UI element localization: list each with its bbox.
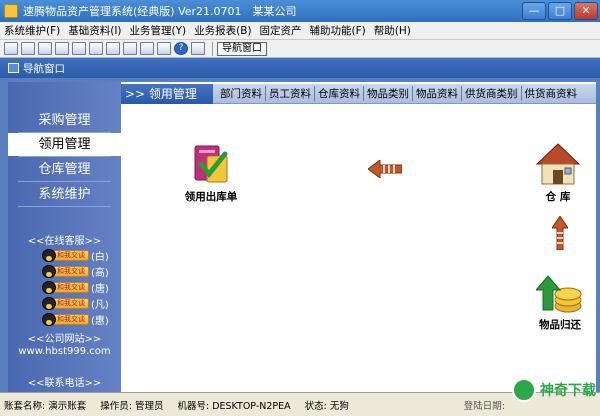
divider: [18, 181, 111, 182]
qq-contact-name: (白): [91, 251, 109, 263]
nav-window-button[interactable]: 导航窗口: [217, 41, 267, 56]
link-departments[interactable]: 部门资料: [217, 86, 266, 101]
toolbar-edit-icon[interactable]: [55, 42, 69, 55]
qq-contact-name: (唐): [91, 283, 109, 295]
status-login-date: 登陆日期:: [463, 400, 505, 412]
sidebar-item-system[interactable]: 系统维护: [8, 183, 121, 206]
link-suppliers[interactable]: 供货商资料: [522, 86, 581, 101]
qq-contact-3[interactable]: 和我交谈 (唐): [42, 280, 122, 295]
menu-basic-data[interactable]: 基础资料(I): [68, 23, 121, 38]
toolbar: ? 导航窗口: [0, 40, 600, 58]
item-return-label: 物品归还: [539, 319, 581, 331]
sidebar-item-warehouse[interactable]: 仓库管理: [8, 158, 121, 181]
watermark: 神奇下载: [512, 378, 596, 402]
title-bar: 速腾物品资产管理系统(经典版) Ver21.0701 某某公司 — □ ✕: [0, 0, 600, 22]
status-account: 账套名称: 演示账套: [4, 400, 87, 412]
watermark-logo-icon: [512, 378, 536, 402]
content-area: [121, 82, 596, 392]
divider: [18, 206, 111, 207]
toolbar-users-icon[interactable]: [106, 42, 120, 55]
website-link[interactable]: www.hbst999.com: [8, 346, 121, 357]
chat-badge: 和我交谈: [53, 297, 89, 309]
link-item-categories[interactable]: 物品类别: [364, 86, 413, 101]
toolbar-grid-icon[interactable]: [89, 42, 103, 55]
toolbar-card-icon[interactable]: [123, 42, 137, 55]
phone-title: <<联系电话>>: [27, 378, 102, 389]
link-employees[interactable]: 员工资料: [266, 86, 315, 101]
nav-panel-label: 导航窗口: [23, 62, 65, 75]
chat-badge: 和我交谈: [53, 313, 89, 325]
chat-badge: 和我交谈: [53, 281, 89, 293]
penguin-icon: [42, 264, 56, 278]
window-icon: [8, 63, 19, 73]
online-service-title: <<在线客服>>: [27, 236, 102, 247]
app-icon: [4, 4, 18, 18]
toolbar-list-icon[interactable]: [21, 42, 35, 55]
toolbar-save-icon[interactable]: [140, 42, 154, 55]
menu-fixed-assets[interactable]: 固定资产: [260, 23, 302, 38]
divider: [18, 156, 111, 157]
current-module-label: >> 领用管理: [121, 83, 213, 104]
website-title: <<公司网站>>: [27, 334, 102, 345]
toolbar-print-icon[interactable]: [157, 42, 171, 55]
toolbar-table-icon[interactable]: [38, 42, 52, 55]
status-operator: 操作员: 管理员: [100, 400, 164, 412]
chat-badge: 和我交谈: [53, 265, 89, 277]
link-warehouses[interactable]: 仓库资料: [315, 86, 364, 101]
house-icon: [535, 143, 581, 185]
status-machine: 机器号: DESKTOP-N2PEA: [177, 400, 291, 412]
penguin-icon: [42, 280, 56, 294]
issue-order-module[interactable]: 领用出库单: [176, 142, 246, 204]
link-items[interactable]: 物品资料: [413, 86, 462, 101]
menu-tools[interactable]: 辅助功能(F): [310, 23, 366, 38]
arrow-left-icon: [368, 160, 402, 178]
qq-contact-1[interactable]: 和我交谈 (白): [42, 248, 122, 263]
close-button[interactable]: ✕: [574, 2, 598, 20]
sidebar-item-purchase[interactable]: 采购管理: [8, 109, 121, 132]
item-return-icon: [536, 275, 582, 313]
toolbar-window-icon[interactable]: [4, 42, 18, 55]
nav-panel-title: 导航窗口: [0, 58, 600, 78]
qq-contact-2[interactable]: 和我交谈 (高): [42, 264, 122, 279]
toolbar-report-icon[interactable]: [72, 42, 86, 55]
issue-order-label: 领用出库单: [184, 191, 238, 203]
issue-order-icon: [194, 145, 228, 183]
toolbar-exit-icon[interactable]: [191, 42, 205, 55]
penguin-icon: [42, 248, 56, 262]
menu-help[interactable]: 帮助(H): [374, 23, 411, 38]
warehouse-module[interactable]: 仓 库: [528, 142, 588, 204]
status-bar: 账套名称: 演示账套 操作员: 管理员 机器号: DESKTOP-N2PEA 状…: [0, 392, 600, 416]
menu-bar: 系统维护(F) 基础资料(I) 业务管理(Y) 业务报表(B) 固定资产 辅助功…: [0, 22, 600, 40]
menu-reports[interactable]: 业务报表(B): [194, 23, 251, 38]
toolbar-separator: [212, 41, 213, 56]
menu-system[interactable]: 系统维护(F): [4, 23, 60, 38]
warehouse-label: 仓 库: [545, 191, 571, 203]
arrow-up-icon: [552, 216, 568, 250]
qq-contact-name: (惠): [91, 315, 109, 327]
status-dongle: 状态: 无狗: [304, 400, 349, 412]
watermark-text: 神奇下载: [540, 383, 596, 399]
qq-contact-name: (高): [91, 267, 109, 279]
penguin-icon: [42, 296, 56, 310]
sidebar: 采购管理 领用管理 仓库管理 系统维护 <<在线客服>> 和我交谈 (白) 和我…: [8, 82, 121, 392]
help-icon[interactable]: ?: [174, 42, 188, 55]
minimize-button[interactable]: —: [522, 2, 546, 20]
link-bar: >> 领用管理 部门资料 员工资料 仓库资料 物品类别 物品资料 供货商类别 供…: [121, 83, 596, 104]
link-supplier-categories[interactable]: 供货商类别: [462, 86, 522, 101]
maximize-button[interactable]: □: [548, 2, 572, 20]
qq-contact-name: (凡): [91, 299, 109, 311]
chat-badge: 和我交谈: [53, 249, 89, 261]
qq-contact-5[interactable]: 和我交谈 (惠): [42, 312, 122, 327]
item-return-module[interactable]: 物品归还: [528, 274, 592, 332]
qq-contact-4[interactable]: 和我交谈 (凡): [42, 296, 122, 311]
penguin-icon: [42, 312, 56, 326]
sidebar-item-issue[interactable]: 领用管理: [8, 133, 121, 156]
window-title: 速腾物品资产管理系统(经典版) Ver21.0701 某某公司: [23, 5, 297, 18]
menu-business[interactable]: 业务管理(Y): [130, 23, 187, 38]
